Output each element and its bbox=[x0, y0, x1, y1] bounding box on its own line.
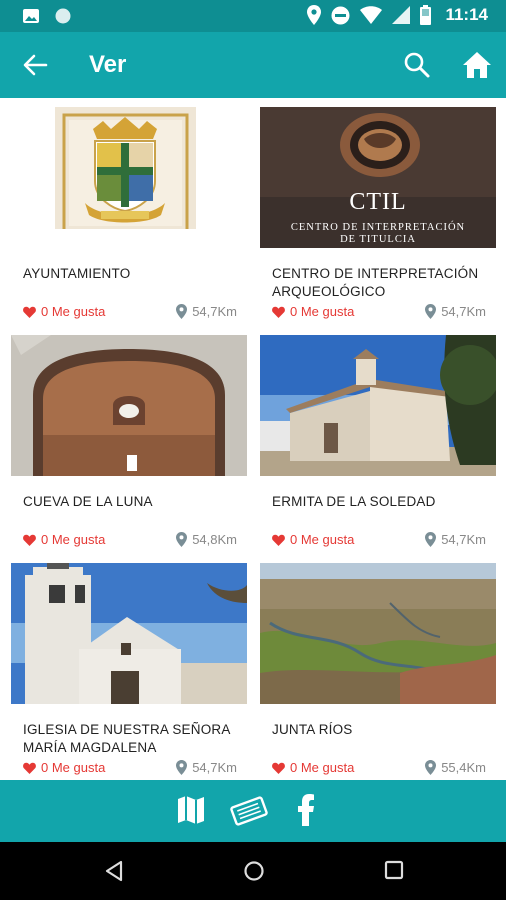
heart-icon bbox=[23, 534, 36, 546]
place-image: CTIL CENTRO DE INTERPRETACIÓN DE TITULCI… bbox=[260, 107, 496, 248]
place-name: AYUNTAMIENTO bbox=[23, 266, 131, 281]
map-icon[interactable] bbox=[176, 794, 206, 826]
location-pin-icon bbox=[176, 760, 188, 775]
like-counter[interactable]: 0 Me gusta bbox=[272, 304, 354, 319]
system-nav-bar bbox=[0, 842, 506, 900]
likes-label: 0 Me gusta bbox=[41, 532, 106, 547]
place-name: JUNTA RÍOS bbox=[272, 722, 353, 737]
heart-icon bbox=[23, 306, 36, 318]
distance-label: 54,7Km bbox=[192, 304, 237, 319]
like-counter[interactable]: 0 Me gusta bbox=[272, 760, 354, 775]
status-bar: 11:14 bbox=[0, 0, 506, 32]
image-caption-1: CENTRO DE INTERPRETACIÓN bbox=[290, 222, 466, 233]
nav-home-icon[interactable] bbox=[243, 860, 265, 882]
status-time: 11:14 bbox=[445, 5, 488, 24]
place-name: CENTRO DE INTERPRETACIÓN ARQUEOLÓGICO bbox=[272, 266, 479, 299]
place-name: CUEVA DE LA LUNA bbox=[23, 494, 153, 509]
likes-label: 0 Me gusta bbox=[290, 532, 355, 547]
bottom-action-bar bbox=[0, 780, 506, 842]
app-bar: Ver bbox=[0, 32, 506, 98]
location-pin-icon bbox=[176, 304, 188, 319]
nav-back-icon[interactable] bbox=[104, 860, 124, 882]
place-image bbox=[260, 563, 496, 704]
distance: 54,7Km bbox=[176, 304, 237, 319]
place-card-junta-rios[interactable]: JUNTA RÍOS 0 Me gusta 55,4Km bbox=[260, 563, 496, 780]
likes-label: 0 Me gusta bbox=[290, 304, 355, 319]
place-image bbox=[260, 335, 496, 476]
search-icon[interactable] bbox=[402, 50, 432, 80]
location-status-icon bbox=[307, 5, 322, 25]
place-card-ermita-soledad[interactable]: ERMITA DE LA SOLEDAD 0 Me gusta 54,7Km bbox=[260, 335, 496, 555]
place-card-cueva-luna[interactable]: CUEVA DE LA LUNA 0 Me gusta 54,8Km bbox=[11, 335, 247, 555]
do-not-disturb-icon bbox=[331, 6, 350, 24]
image-caption-2: DE TITULCIA bbox=[340, 234, 416, 245]
heart-icon bbox=[272, 306, 285, 318]
like-counter[interactable]: 0 Me gusta bbox=[23, 304, 105, 319]
likes-label: 0 Me gusta bbox=[290, 760, 355, 775]
distance: 54,7Km bbox=[176, 760, 237, 775]
place-image bbox=[11, 563, 247, 704]
distance: 55,4Km bbox=[425, 760, 486, 775]
distance-label: 54,7Km bbox=[192, 760, 237, 775]
likes-label: 0 Me gusta bbox=[41, 304, 106, 319]
heart-icon bbox=[272, 534, 285, 546]
location-pin-icon bbox=[425, 304, 437, 319]
place-name: ERMITA DE LA SOLEDAD bbox=[272, 494, 436, 509]
distance-label: 55,4Km bbox=[441, 760, 486, 775]
distance: 54,7Km bbox=[425, 532, 486, 547]
distance: 54,7Km bbox=[425, 304, 486, 319]
distance-label: 54,8Km bbox=[192, 532, 237, 547]
place-card-centro-interpretacion[interactable]: CTIL CENTRO DE INTERPRETACIÓN DE TITULCI… bbox=[260, 107, 496, 327]
distance-label: 54,7Km bbox=[441, 532, 486, 547]
place-name: IGLESIA DE NUESTRA SEÑORA MARÍA MAGDALEN… bbox=[23, 722, 230, 755]
places-grid: AYUNTAMIENTO 0 Me gusta 54,7Km CTIL CENT… bbox=[0, 98, 506, 780]
heart-icon bbox=[23, 762, 36, 774]
back-arrow-icon[interactable] bbox=[20, 50, 50, 80]
likes-label: 0 Me gusta bbox=[41, 760, 106, 775]
place-card-ayuntamiento[interactable]: AYUNTAMIENTO 0 Me gusta 54,7Km bbox=[11, 107, 247, 327]
image-logo-text: CTIL bbox=[349, 189, 407, 215]
place-card-iglesia[interactable]: IGLESIA DE NUESTRA SEÑORA MARÍA MAGDALEN… bbox=[11, 563, 247, 780]
place-image bbox=[11, 335, 247, 476]
circle-notification-icon bbox=[55, 8, 71, 24]
location-pin-icon bbox=[425, 532, 437, 547]
battery-icon bbox=[420, 5, 432, 25]
like-counter[interactable]: 0 Me gusta bbox=[272, 532, 354, 547]
distance-label: 54,7Km bbox=[441, 304, 486, 319]
location-pin-icon bbox=[425, 760, 437, 775]
signal-icon bbox=[392, 6, 411, 24]
image-notification-icon bbox=[23, 9, 39, 23]
place-image bbox=[11, 107, 247, 248]
facebook-icon[interactable] bbox=[297, 794, 315, 826]
home-icon[interactable] bbox=[461, 49, 493, 81]
like-counter[interactable]: 0 Me gusta bbox=[23, 760, 105, 775]
nav-recents-icon[interactable] bbox=[384, 860, 404, 880]
page-title: Ver bbox=[89, 51, 127, 78]
wifi-icon bbox=[360, 6, 383, 24]
heart-icon bbox=[272, 762, 285, 774]
distance: 54,8Km bbox=[176, 532, 237, 547]
like-counter[interactable]: 0 Me gusta bbox=[23, 532, 105, 547]
location-pin-icon bbox=[176, 532, 188, 547]
ticket-icon[interactable] bbox=[230, 796, 268, 826]
